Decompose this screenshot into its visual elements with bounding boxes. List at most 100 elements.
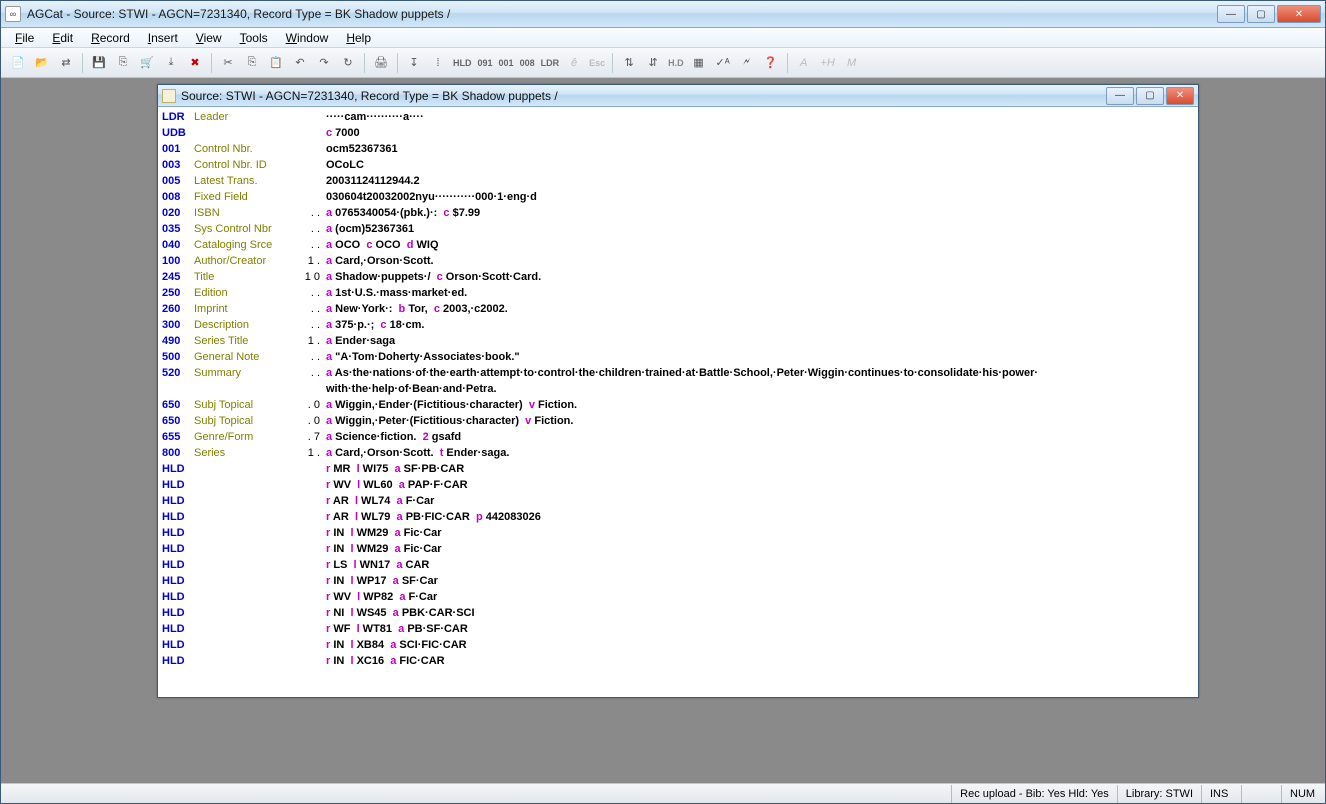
redo-icon[interactable]: ↷ — [313, 52, 335, 74]
validate-icon[interactable]: 🗲 — [736, 52, 758, 74]
marc-field-HLD[interactable]: HLDr WV l WP82 a F·Car — [162, 589, 1194, 605]
marc-field-HLD[interactable]: HLDr IN l WM29 a Fic·Car — [162, 525, 1194, 541]
marc-field-020[interactable]: 020ISBN. .a 0765340054·(pbk.)·: c $7.99 — [162, 205, 1194, 221]
marc-field-300[interactable]: 300Description. .a 375·p.·; c 18·cm. — [162, 317, 1194, 333]
marc-field-HLD[interactable]: HLDr IN l XB84 a SCI·FIC·CAR — [162, 637, 1194, 653]
undo-icon[interactable]: ↶ — [289, 52, 311, 74]
diacritic-icon[interactable]: ê — [563, 52, 585, 74]
field-data[interactable]: r LS l WN17 a CAR — [326, 557, 1194, 573]
copy-icon[interactable]: ⎘ — [241, 52, 263, 74]
field-data[interactable]: r MR l WI75 a SF·PB·CAR — [326, 461, 1194, 477]
field-data[interactable]: r WV l WP82 a F·Car — [326, 589, 1194, 605]
marc-field-100[interactable]: 100Author/Creator1 .a Card,·Orson·Scott. — [162, 253, 1194, 269]
doc-minimize-button[interactable]: — — [1106, 87, 1134, 105]
marc-field-HLD[interactable]: HLDr WV l WL60 a PAP·F·CAR — [162, 477, 1194, 493]
new-icon[interactable]: 📄 — [7, 52, 29, 74]
field-data[interactable]: r IN l XB84 a SCI·FIC·CAR — [326, 637, 1194, 653]
field-data[interactable]: a OCO c OCO d WIQ — [326, 237, 1194, 253]
marc-field-HLD[interactable]: HLDr NI l WS45 a PBK·CAR·SCI — [162, 605, 1194, 621]
marc-field-HLD[interactable]: HLDr AR l WL74 a F·Car — [162, 493, 1194, 509]
marc-field-260[interactable]: 260Imprint. .a New·York·: b Tor, c 2003,… — [162, 301, 1194, 317]
marc-field-HLD[interactable]: HLDr IN l XC16 a FIC·CAR — [162, 653, 1194, 669]
field-down-icon[interactable]: ↧ — [403, 52, 425, 74]
field-data[interactable]: r IN l WM29 a Fic·Car — [326, 525, 1194, 541]
field-data[interactable]: c 7000 — [326, 125, 1194, 141]
marc-field-490[interactable]: 490Series Title1 .a Ender·saga — [162, 333, 1194, 349]
marc-field-655[interactable]: 655Genre/Form. 7a Science·fiction. 2 gsa… — [162, 429, 1194, 445]
field-data[interactable]: a 1st·U.S.·mass·market·ed. — [326, 285, 1194, 301]
field-data[interactable]: OCoLC — [326, 157, 1194, 173]
minimize-button[interactable]: — — [1217, 5, 1245, 23]
marc-field-HLD[interactable]: HLDr IN l WP17 a SF·Car — [162, 573, 1194, 589]
menu-edit[interactable]: Edit — [44, 29, 81, 47]
field-data[interactable]: r AR l WL74 a F·Car — [326, 493, 1194, 509]
n091-button[interactable]: 091 — [476, 58, 495, 68]
field-data[interactable]: r IN l XC16 a FIC·CAR — [326, 653, 1194, 669]
field-data[interactable]: a Card,·Orson·Scott. — [326, 253, 1194, 269]
field-data[interactable]: a "A·Tom·Doherty·Associates·book." — [326, 349, 1194, 365]
marc-field-HLD[interactable]: HLDr AR l WL79 a PB·FIC·CAR p 442083026 — [162, 509, 1194, 525]
marc-field-HLD[interactable]: HLDr LS l WN17 a CAR — [162, 557, 1194, 573]
export-icon[interactable]: ⤓ — [160, 52, 182, 74]
marc-field-035[interactable]: 035Sys Control Nbr. .a (ocm)52367361 — [162, 221, 1194, 237]
field-data[interactable]: r AR l WL79 a PB·FIC·CAR p 442083026 — [326, 509, 1194, 525]
menu-help[interactable]: Help — [338, 29, 379, 47]
marc-field-650[interactable]: 650Subj Topical. 0a Wiggin,·Ender·(Ficti… — [162, 397, 1194, 413]
titlebar[interactable]: ∞ AGCat - Source: STWI - AGCN=7231340, R… — [1, 1, 1325, 28]
marc-field-520-cont[interactable]: with·the·help·of·Bean·and·Petra. — [162, 381, 1194, 397]
link-icon[interactable]: ⇄ — [55, 52, 77, 74]
marc-field-HLD[interactable]: HLDr MR l WI75 a SF·PB·CAR — [162, 461, 1194, 477]
document-titlebar[interactable]: Source: STWI - AGCN=7231340, Record Type… — [158, 85, 1198, 107]
marc-field-HLD[interactable]: HLDr WF l WT81 a PB·SF·CAR — [162, 621, 1194, 637]
sort-desc-icon[interactable]: ⇵ — [642, 52, 664, 74]
cut-icon[interactable]: ✂ — [217, 52, 239, 74]
print-icon[interactable]: 🖨 — [370, 52, 392, 74]
field-data[interactable]: a (ocm)52367361 — [326, 221, 1194, 237]
marc-field-001[interactable]: 001Control Nbr.ocm52367361 — [162, 141, 1194, 157]
marc-field-245[interactable]: 245Title1 0a Shadow·puppets·/ c Orson·Sc… — [162, 269, 1194, 285]
menu-insert[interactable]: Insert — [140, 29, 186, 47]
field-data[interactable]: a Wiggin,·Ender·(Fictitious·character) v… — [326, 397, 1194, 413]
spellcheck-icon[interactable]: ✓ᴬ — [712, 52, 734, 74]
close-button[interactable]: ✕ — [1277, 5, 1321, 23]
field-data[interactable]: a 0765340054·(pbk.)·: c $7.99 — [326, 205, 1194, 221]
field-data[interactable]: a Science·fiction. 2 gsafd — [326, 429, 1194, 445]
marc-field-005[interactable]: 005Latest Trans.20031124112944.2 — [162, 173, 1194, 189]
field-data[interactable]: a Wiggin,·Peter·(Fictitious·character) v… — [326, 413, 1194, 429]
redo2-icon[interactable]: ↻ — [337, 52, 359, 74]
field-data[interactable]: a As·the·nations·of·the·earth·attempt·to… — [326, 365, 1194, 381]
ldr-button[interactable]: LDR — [539, 58, 562, 68]
doc-close-button[interactable]: ✕ — [1166, 87, 1194, 105]
marc-field-500[interactable]: 500General Note. .a "A·Tom·Doherty·Assoc… — [162, 349, 1194, 365]
field-marker-icon[interactable]: ⁞ — [427, 52, 449, 74]
marc-field-008[interactable]: 008Fixed Field030604t20032002nyu········… — [162, 189, 1194, 205]
menu-window[interactable]: Window — [278, 29, 337, 47]
marc-field-LDR[interactable]: LDRLeader·····cam··········a···· — [162, 109, 1194, 125]
hld-sort-button[interactable]: H.D — [666, 58, 686, 68]
field-data[interactable]: 030604t20032002nyu···········000·1·eng·d — [326, 189, 1194, 205]
maximize-button[interactable]: ▢ — [1247, 5, 1275, 23]
doc-maximize-button[interactable]: ▢ — [1136, 87, 1164, 105]
record-editor[interactable]: LDRLeader·····cam··········a····UDBc 700… — [158, 107, 1198, 697]
open-icon[interactable]: 📂 — [31, 52, 53, 74]
save-icon[interactable]: 💾 — [88, 52, 110, 74]
field-data[interactable]: 20031124112944.2 — [326, 173, 1194, 189]
sort-asc-icon[interactable]: ⇅ — [618, 52, 640, 74]
esc-button[interactable]: Esc — [587, 58, 607, 68]
copy-record-icon[interactable]: ⎘ — [112, 52, 134, 74]
field-data[interactable]: a 375·p.·; c 18·cm. — [326, 317, 1194, 333]
field-data[interactable]: r IN l WM29 a Fic·Car — [326, 541, 1194, 557]
field-data[interactable]: r WF l WT81 a PB·SF·CAR — [326, 621, 1194, 637]
field-data[interactable]: r NI l WS45 a PBK·CAR·SCI — [326, 605, 1194, 621]
menu-file[interactable]: File — [7, 29, 42, 47]
n001-button[interactable]: 001 — [497, 58, 516, 68]
menu-record[interactable]: Record — [83, 29, 138, 47]
marc-field-HLD[interactable]: HLDr IN l WM29 a Fic·Car — [162, 541, 1194, 557]
basket-icon[interactable]: 🛒 — [136, 52, 158, 74]
marc-field-800[interactable]: 800Series1 .a Card,·Orson·Scott. t Ender… — [162, 445, 1194, 461]
delete-icon[interactable]: ✖ — [184, 52, 206, 74]
field-data[interactable]: a Shadow·puppets·/ c Orson·Scott·Card. — [326, 269, 1194, 285]
field-data[interactable]: ocm52367361 — [326, 141, 1194, 157]
field-data[interactable]: ·····cam··········a···· — [326, 109, 1194, 125]
marc-field-650[interactable]: 650Subj Topical. 0a Wiggin,·Peter·(Ficti… — [162, 413, 1194, 429]
